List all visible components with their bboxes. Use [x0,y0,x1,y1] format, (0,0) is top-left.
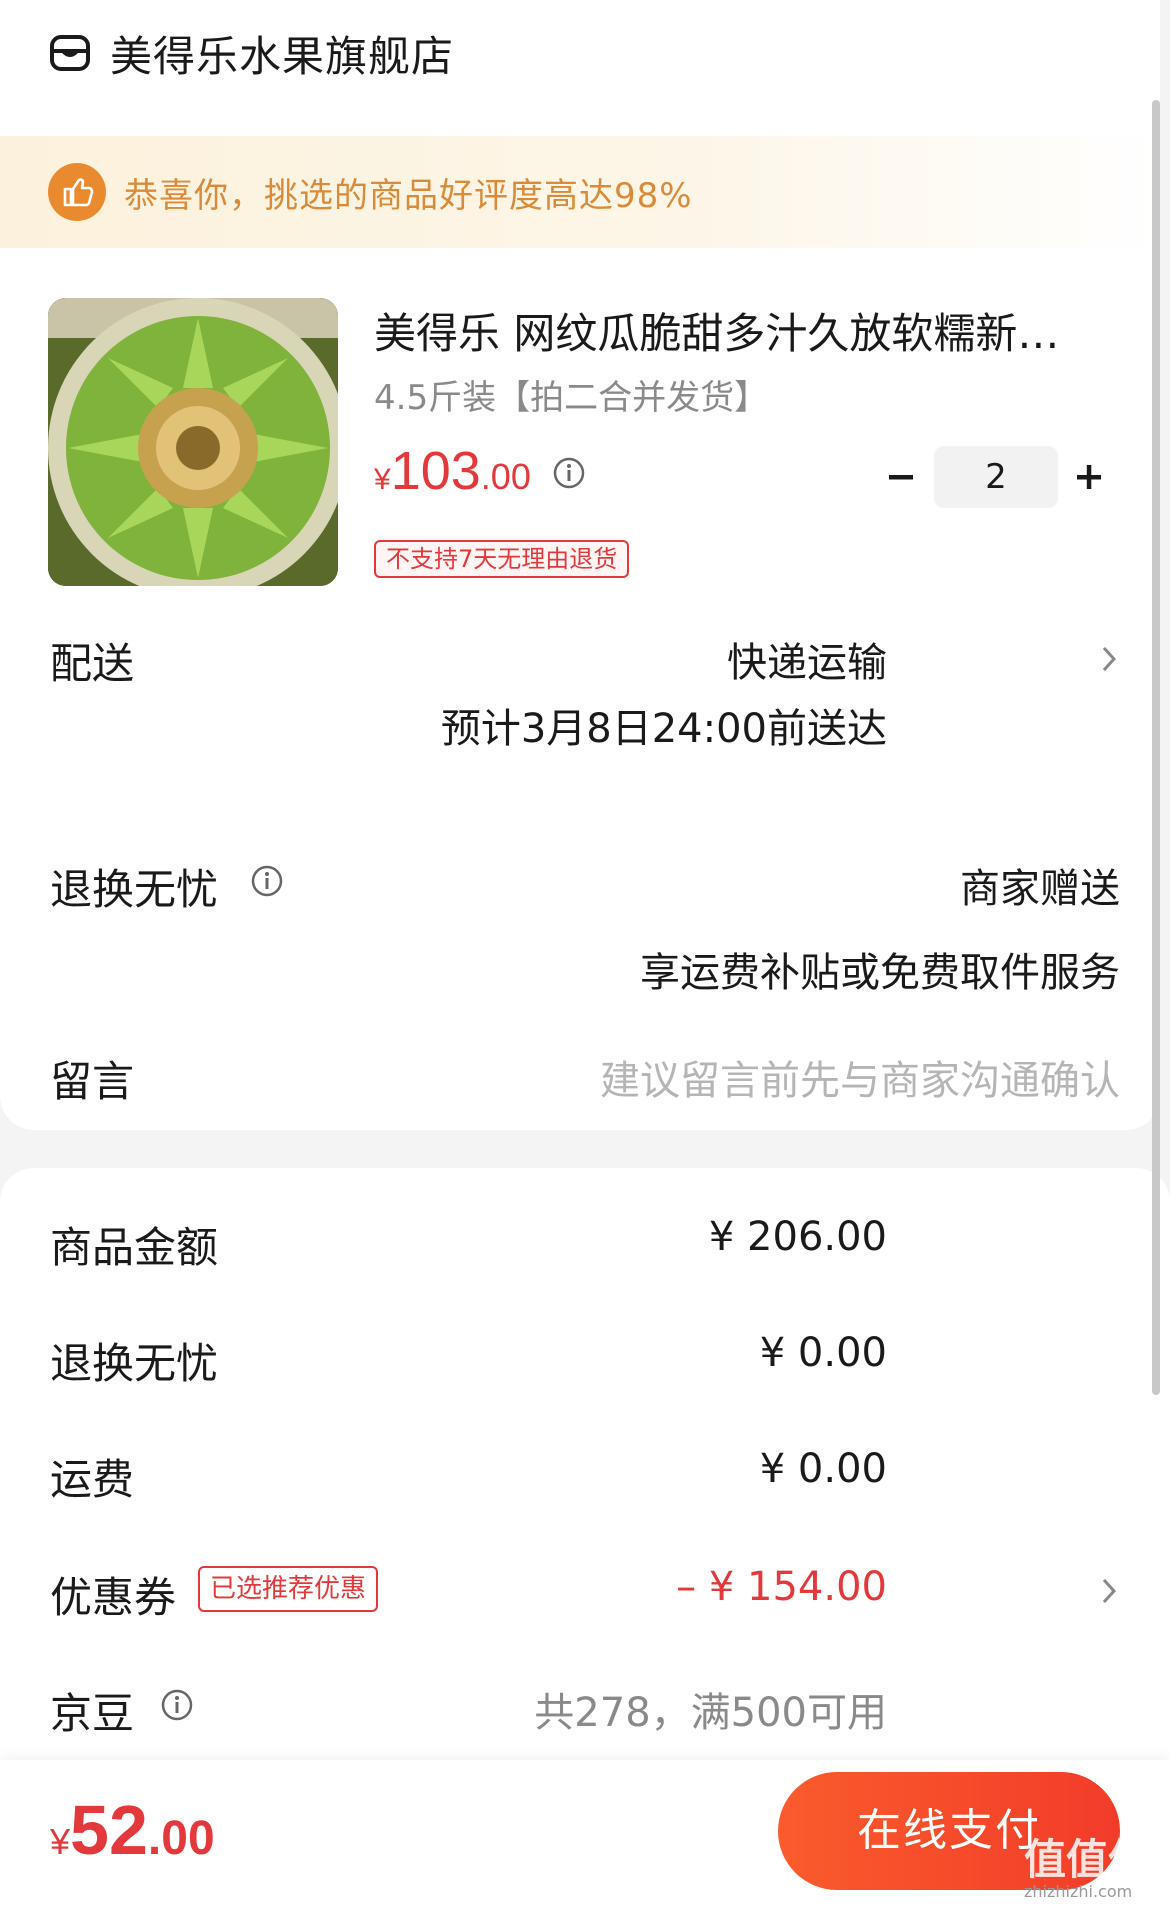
info-icon[interactable] [160,1688,194,1722]
scrollbar[interactable] [1152,100,1160,1395]
goods-amount-value: ¥ 206.00 [708,1214,887,1260]
total-price: ¥52.00 [50,1790,215,1870]
quantity-stepper[interactable]: 2 [934,446,1058,508]
shipping-value: ¥ 0.00 [759,1446,887,1492]
product-price: ¥103.00 [374,440,531,502]
total-decimal: .00 [147,1812,215,1865]
returns-value: 商家赠送 [960,866,1120,912]
shipping-label: 运费 [50,1455,135,1504]
total-integer: 52 [70,1791,148,1869]
coupon-value[interactable]: – ¥ 154.00 [676,1564,887,1610]
thumbs-up-icon [48,163,106,221]
beans-value: 共278，满500可用 [534,1690,887,1736]
chevron-right-icon[interactable] [1100,644,1118,674]
product-image[interactable] [48,298,338,586]
beans-label: 京豆 [50,1689,135,1738]
price-integer: 103 [390,441,481,501]
chevron-right-icon[interactable] [1100,1576,1118,1606]
price-decimal: .00 [480,456,531,497]
message-input[interactable]: 建议留言前先与商家沟通确认 [600,1048,1120,1106]
banner-text: 恭喜你，挑选的商品好评度高达98% [124,175,693,216]
delivery-eta: 预计3月8日24:00前送达 [440,706,887,752]
store-name: 美得乐水果旗舰店 [110,31,455,81]
returns-fee-label: 退换无忧 [50,1339,219,1388]
delivery-method[interactable]: 快递运输 [727,630,887,688]
price-currency: ¥ [374,463,391,496]
goods-amount-label: 商品金额 [50,1223,219,1272]
product-spec: 4.5斤装【拍二合并发货】 [374,378,769,418]
minus-icon[interactable] [886,462,916,492]
plus-icon[interactable] [1074,462,1104,492]
info-icon[interactable] [552,456,586,490]
returns-label: 退换无忧 [50,865,219,914]
info-icon[interactable] [250,864,284,898]
coupon-tag: 已选推荐优惠 [198,1566,379,1612]
rating-banner: 恭喜你，挑选的商品好评度高达98% [0,136,1160,248]
no-return-tag: 不支持7天无理由退货 [374,540,630,578]
coupon-label: 优惠券 [50,1573,177,1622]
message-label: 留言 [50,1057,135,1106]
delivery-label: 配送 [50,639,135,688]
product-title[interactable]: 美得乐 网纹瓜脆甜多汁久放软糯新… [374,300,1114,361]
watermark: 值值值 [1024,1835,1151,1884]
returns-fee-value: ¥ 0.00 [759,1330,887,1376]
store-icon [50,35,90,71]
total-currency: ¥ [50,1821,71,1862]
returns-desc: 享运费补贴或免费取件服务 [640,950,1120,996]
store-header[interactable]: 美得乐水果旗舰店 [48,22,454,84]
watermark-url: zhizhizhi.com [1024,1882,1133,1901]
